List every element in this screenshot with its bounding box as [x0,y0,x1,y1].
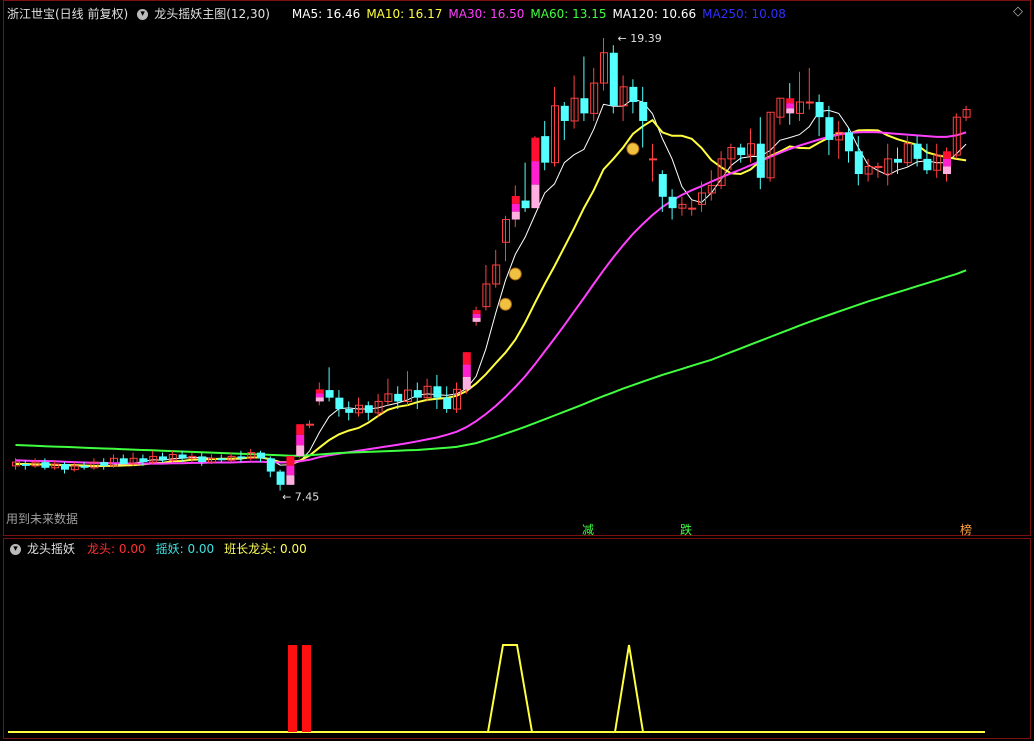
candle-body-limitup [462,376,471,390]
candle-body-limitup [472,310,481,315]
ma-line-ma10 [15,118,967,467]
sub-yellow-spike [614,644,644,733]
candle-body [629,86,638,103]
candle-body-limitup [296,445,305,457]
candle-body [639,102,648,121]
candle-body [541,136,550,163]
candle-body [815,102,824,118]
candle-body-limitup [943,158,951,167]
candle-body [805,101,814,104]
candle-body [80,465,89,468]
candle-body [217,458,226,461]
candle-body-limitup [296,434,305,446]
low-price-label: ← 7.45 [282,491,319,504]
sub-yellow-spike [487,644,533,733]
candle-body [119,458,128,464]
candle-body-limitup [943,151,951,159]
dragon-bar [288,645,297,732]
candle-body-limitup [472,314,481,318]
candle-body [413,390,422,398]
candle-body [159,456,167,461]
ma-line-ma30 [15,130,967,465]
candle-body [649,158,657,161]
candle-body-limitup [462,364,471,377]
dragon-bar [302,645,311,732]
candle-body-limitup [315,397,324,402]
candle-body [894,158,902,163]
candle-body [688,207,697,210]
candle-body-limitup [786,98,795,104]
candle-body-limitup [472,317,481,322]
candle-body [178,454,187,459]
candle-body [737,147,746,156]
high-price-label: ← 19.39 [618,32,662,45]
candle-body [257,452,265,459]
candle-body [335,397,344,410]
candle-body-limitup [462,352,471,365]
candle-body [276,471,285,485]
candle-body [658,174,667,197]
candle-body-limitup [531,184,540,209]
candle-body [845,132,853,152]
money-bag-icon [508,267,522,281]
signal-tag-2: 榜 [960,522,972,537]
candle-body [345,409,354,413]
candle-body [325,390,334,398]
candle-body [61,463,69,470]
candle-body [433,386,442,398]
candle-body-limitup [786,108,795,114]
candle-body [306,423,314,426]
candle-body-limitup [943,166,951,175]
candle-body [237,456,246,459]
candle-body [139,458,148,463]
candle-body [825,117,834,140]
candle-body [266,458,275,472]
candle-body-limitup [531,161,540,185]
candle-body [41,462,50,468]
candle-body [560,105,569,121]
candle-body [364,405,373,413]
chart-canvas: ← 19.39 ← 7.45 减 跌 榜 [8,32,985,733]
money-bag-icon [626,142,640,156]
ma-line-ma5 [15,98,967,468]
candle-body [609,52,618,106]
candle-body [913,143,922,159]
candle-body [580,98,589,114]
signal-tag-1: 跌 [680,522,692,537]
ma-line-ma60 [15,269,967,457]
signal-tag-0: 减 [582,523,594,537]
candle-body-limitup [511,196,520,204]
candle-body [100,462,109,466]
candle-body [21,463,30,466]
candle-body [443,397,452,410]
candle-body-limitup [786,103,795,109]
candle-body-limitup [315,393,324,398]
candle-body-limitup [296,424,305,435]
candle-body-limitup [286,475,295,485]
candle-body [521,200,530,209]
candle-body-limitup [531,137,540,162]
candle-body [668,196,677,209]
candle-body [923,158,932,171]
candle-body-limitup [286,465,295,476]
candle-body-limitup [315,389,324,394]
money-bag-icon [499,297,512,311]
candle-body-limitup [511,211,520,220]
candle-body-limitup [286,456,295,466]
candle-body-limitup [511,203,520,212]
candle-body [756,143,765,178]
candle-body [854,151,863,175]
candle-body [394,393,403,402]
candle-body [874,165,883,168]
candle-body [198,456,207,463]
